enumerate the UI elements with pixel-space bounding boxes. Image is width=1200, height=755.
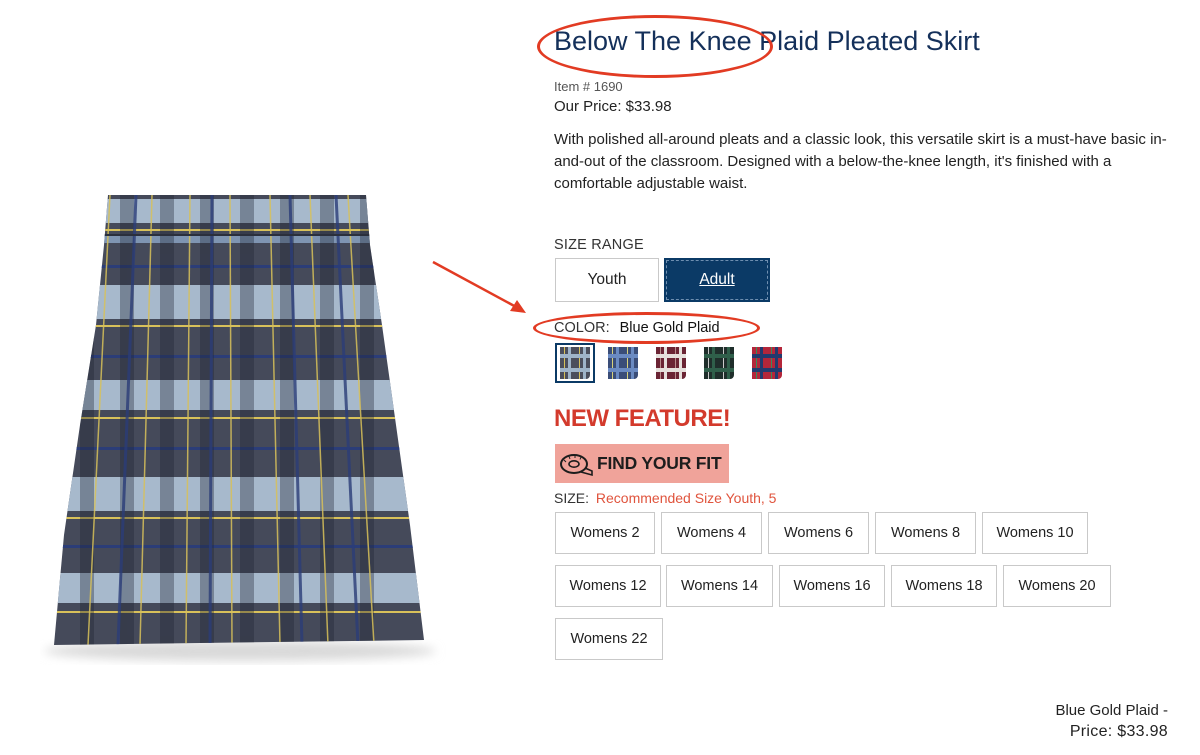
size-option-womens-10[interactable]: Womens 10 [982,512,1088,554]
color-swatch-blue-gold-plaid[interactable] [555,343,595,383]
size-option-womens-8[interactable]: Womens 8 [875,512,976,554]
selection-summary: Blue Gold Plaid - Price: $33.98 [1055,700,1168,742]
size-label-row: SIZE: Recommended Size Youth, 5 [554,490,776,506]
size-range-youth-button[interactable]: Youth [555,258,659,302]
color-swatch-burgundy-plaid[interactable] [651,343,691,383]
color-swatch-blue-plaid[interactable] [603,343,643,383]
size-option-womens-12[interactable]: Womens 12 [555,565,661,607]
size-label: SIZE: [554,490,590,506]
summary-price: Price: $33.98 [1069,723,1168,740]
summary-color: Blue Gold Plaid - [1055,702,1168,719]
size-recommendation: Recommended Size Youth, 5 [595,490,777,506]
new-feature-heading: NEW FEATURE! [554,405,731,432]
our-price: Our Price: $33.98 [554,98,672,115]
color-highlight-annotation [533,312,760,344]
size-option-womens-16[interactable]: Womens 16 [779,565,885,607]
color-swatch-chip [752,347,782,379]
size-option-womens-14[interactable]: Womens 14 [666,565,773,607]
tape-measure-icon [560,453,593,476]
size-range-adult-button[interactable]: Adult [664,258,770,302]
color-swatch-chip [608,347,638,379]
color-swatches [555,343,795,383]
product-description: With polished all-around pleats and a cl… [554,131,1167,192]
color-swatch-chip [656,347,686,379]
color-swatch-chip [560,347,590,379]
color-swatch-green-plaid[interactable] [699,343,739,383]
size-option-womens-6[interactable]: Womens 6 [768,512,869,554]
find-your-fit-label: FIND YOUR FIT [597,453,722,473]
title-highlight-annotation [537,15,773,78]
size-option-womens-4[interactable]: Womens 4 [661,512,762,554]
size-option-womens-18[interactable]: Womens 18 [891,565,997,607]
size-option-womens-22[interactable]: Womens 22 [555,618,663,660]
size-range-label: SIZE RANGE [554,237,644,253]
size-option-womens-20[interactable]: Womens 20 [1003,565,1111,607]
color-swatch-red-plaid[interactable] [747,343,787,383]
arrow-annotation-icon [432,260,526,313]
color-swatch-chip [704,347,734,379]
size-option-womens-2[interactable]: Womens 2 [555,512,655,554]
item-number: Item # 1690 [554,79,623,94]
find-your-fit-button[interactable]: FIND YOUR FIT [555,444,729,483]
product-image [44,195,436,661]
